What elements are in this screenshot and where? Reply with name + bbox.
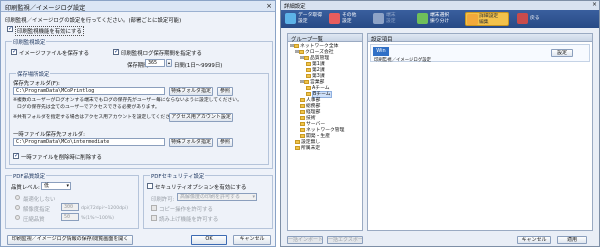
copy-permission-checkbox[interactable] (151, 205, 157, 211)
apply-button[interactable]: 適用 (557, 236, 587, 244)
folder-label: 保存先フォルダ(F): (13, 81, 60, 87)
export-button[interactable]: 一括エクスポート (327, 236, 363, 244)
import-button[interactable]: 一括インポート (287, 236, 323, 244)
security-checkbox[interactable] (147, 183, 153, 189)
toolbar-terminal-select-button[interactable]: 端末選択 振り分け (417, 12, 461, 26)
print-permission-select[interactable]: 高解像度の印刷を許可する (177, 193, 257, 201)
toolbar-label: 戻る (530, 16, 540, 21)
ok-button[interactable]: OK (191, 235, 227, 245)
open-viewer-button[interactable]: 印刷監視／イメージログ情報の保存/閲覧画面を開く (7, 235, 133, 245)
toolbar: データ取得 設定 その他 設定 端末 設定 端末選択 振り分け 詳細設定 編集 戻る (281, 10, 599, 28)
note-1b: ログの保存先は全てのユーザーでアクセスできる必要があります。 (17, 105, 160, 110)
print-log-dialog: 印刷監視／イメージログ設定 × 印刷監視／イメージログの設定を行ってください。(… (0, 0, 276, 247)
opt-resolution-radio[interactable] (15, 205, 20, 210)
temp-browse-button[interactable]: 参照 (217, 138, 233, 147)
resolution-input[interactable]: 300 (61, 203, 79, 211)
dialog-title: 印刷監視／イメージログ設定 (5, 5, 86, 12)
quality-label: 品質レベル: (11, 185, 40, 191)
compress-unit: %(1%〜100%) (81, 216, 114, 221)
toolbar-label: 詳細設定 (479, 14, 499, 19)
dialog-title-bar: 印刷監視／イメージログ設定 × (1, 1, 275, 12)
intro-text: 印刷監視／イメージログの設定を行ってください。(部署ごとに設定可能) (5, 18, 182, 24)
enable-label: 印刷監視機能を有効にする (15, 26, 84, 36)
toolbar-data-settings-button[interactable]: データ取得 設定 (285, 12, 325, 26)
terminal-icon (373, 13, 384, 24)
enable-checkbox[interactable] (7, 25, 13, 32)
save-image-label: イメージファイルを保存する (19, 51, 89, 57)
group-tree: ⊟ ネットワーク全体 ⊟ クローズ会社 ⊟ 品質管理 第1課 第2課 第3課 ⊟ 営業部… (290, 44, 344, 152)
toolbar-label: 設定 (386, 18, 396, 24)
opt-compress-radio[interactable] (15, 215, 20, 220)
period-unit: 日間(1日〜9999日) (174, 63, 223, 69)
tree-item[interactable]: 所属未定 (290, 146, 344, 152)
settings-row: Win 印刷監視／イメージログ設定 設定 (370, 44, 590, 63)
temp-folder-label: 一時ファイル保存先フォルダ: (13, 132, 85, 138)
log-period-label: 印刷監視ログ保存期間を指定する (121, 51, 202, 57)
opt-resolution-label: 解像度指定 (23, 207, 50, 213)
toolbar-back-button[interactable]: 戻る (517, 12, 547, 26)
note-1: ※複数のユーザーがログオンする端末でもログの保存先がユーザー毎にならないように設… (13, 98, 242, 103)
toolbar-label: 設定 (298, 18, 308, 24)
opt-none-radio[interactable] (15, 195, 20, 200)
account-button[interactable]: アクセス用アカウント設定 (169, 113, 233, 122)
toolbar-label: その他 (342, 13, 357, 18)
period-input[interactable]: 365 (145, 59, 165, 67)
resolution-unit: dpi(72dpi〜1200dpi) (81, 206, 129, 211)
windows-icon: Win (373, 47, 389, 56)
window-title-bar: 詳細設定 × (281, 1, 599, 10)
toolbar-advanced-edit-button[interactable]: 詳細設定 編集 (465, 12, 509, 26)
toolbar-label: 振り分け (430, 18, 450, 24)
toolbar-label: 端末 (386, 13, 396, 18)
read-permission-label: 読み上げ機能を許可する (159, 217, 219, 223)
toolbar-label: データ取得 (298, 13, 322, 18)
data-icon (285, 13, 296, 24)
special-folder-button[interactable]: 特殊フォルダ指定 (169, 87, 213, 96)
print-permission-label: 印刷許可: (151, 197, 175, 203)
group-title: 保存場所設定 (16, 70, 51, 78)
opt-none-label: 最適化しない (23, 197, 56, 203)
settings-items-header: 設定項目 (368, 34, 592, 43)
assign-icon (417, 13, 428, 24)
close-icon[interactable]: × (592, 1, 597, 8)
group-title: 印刷監視設定 (12, 38, 47, 46)
settings-row-label: 印刷監視／イメージログ設定 (374, 58, 431, 63)
delete-temp-label: 一時ファイルを削除時に削除する (21, 155, 102, 161)
edit-icon (467, 14, 478, 25)
browse-button[interactable]: 参照 (217, 87, 233, 96)
copy-permission-label: コピー操作を許可する (159, 207, 213, 213)
compress-input[interactable]: 50 (61, 213, 79, 221)
quality-select[interactable]: 低 (41, 182, 71, 190)
opt-compress-label: 圧縮品質 (23, 217, 45, 223)
toolbar-label: 編集 (479, 19, 489, 25)
group-list-pane: グループ一覧 ⊟ ネットワーク全体 ⊟ クローズ会社 ⊟ 品質管理 第1課 第2課 第… (287, 33, 363, 231)
settings-row-button[interactable]: 設定 (551, 49, 573, 57)
advanced-settings-window: 詳細設定 × データ取得 設定 その他 設定 端末 設定 端末選択 振り分け 詳細設定編… (280, 0, 600, 247)
cancel-button[interactable]: キャンセル (233, 235, 271, 245)
toolbar-terminal-button[interactable]: 端末 設定 (373, 12, 411, 26)
log-period-checkbox[interactable] (113, 48, 119, 55)
read-permission-checkbox[interactable] (151, 215, 157, 221)
temp-path-input[interactable]: C:\ProgramData\MCo\intermediate (13, 138, 165, 146)
note-2: ※共有フォルダを指定する場合はアクセス用アカウントを設定してください。 (13, 115, 180, 120)
settings-items-pane: 設定項目 Win 印刷監視／イメージログ設定 設定 (367, 33, 593, 231)
settings-icon (329, 13, 340, 24)
close-icon[interactable]: × (266, 2, 272, 10)
toolbar-other-settings-button[interactable]: その他 設定 (329, 12, 367, 26)
group-title: PDF品質設定 (12, 172, 47, 180)
save-image-checkbox[interactable] (11, 48, 17, 55)
folder-path-input[interactable]: C:\ProgramData\MCoPrintlog (13, 87, 165, 95)
toolbar-label: 端末選択 (430, 13, 450, 18)
delete-temp-checkbox[interactable] (13, 152, 19, 159)
security-label: セキュリティオプションを有効にする (155, 185, 247, 191)
back-icon (517, 13, 528, 24)
group-title: PDFセキュリティ設定 (150, 172, 206, 180)
toolbar-label: 設定 (342, 18, 352, 24)
window-cancel-button[interactable]: キャンセル (517, 236, 551, 244)
temp-special-folder-button[interactable]: 特殊フォルダ指定 (169, 138, 213, 147)
period-spinner[interactable]: ▴ (166, 59, 172, 67)
group-list-header: グループ一覧 (288, 34, 362, 43)
